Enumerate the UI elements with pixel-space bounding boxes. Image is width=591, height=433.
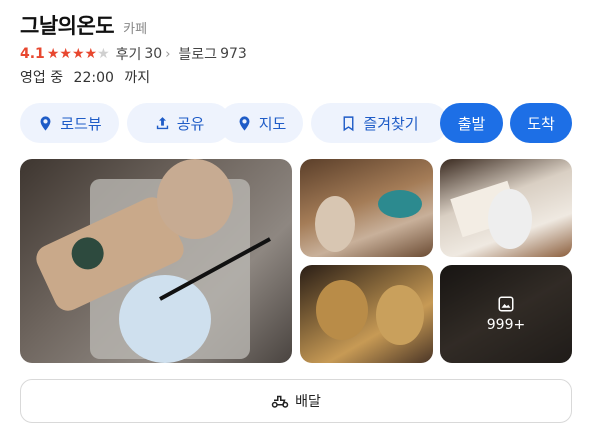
action-bar: 로드뷰 공유 지도 즐겨찾기 출발 도착 bbox=[20, 103, 572, 143]
photo-latte-table[interactable] bbox=[300, 159, 433, 257]
gallery-icon bbox=[498, 296, 514, 312]
reviews-link[interactable]: 후기 30 › bbox=[116, 44, 179, 64]
arrive-button[interactable]: 도착 bbox=[510, 103, 572, 143]
review-count: 30 bbox=[144, 46, 163, 62]
road-view-button[interactable]: 로드뷰 bbox=[20, 103, 119, 143]
delivery-button[interactable]: 배달 bbox=[20, 379, 572, 423]
photo-more-count: 999+ bbox=[486, 317, 526, 333]
bookmark-label: 즐겨찾기 bbox=[363, 114, 419, 133]
photo-iced-drink[interactable] bbox=[440, 159, 572, 257]
photo-more-overlay: 999+ bbox=[440, 265, 572, 363]
open-status: 영업 중 bbox=[20, 70, 64, 86]
place-category: 카페 bbox=[123, 22, 148, 37]
blog-link[interactable]: 블로그 973 bbox=[178, 44, 246, 64]
depart-label: 출발 bbox=[457, 114, 486, 133]
chevron-right-icon: › bbox=[165, 46, 171, 62]
share-label: 공유 bbox=[176, 114, 205, 133]
close-time: 22:00 bbox=[73, 70, 114, 86]
photo-dessert-image bbox=[316, 280, 424, 345]
photo-gallery: 999+ bbox=[20, 159, 572, 363]
arrive-label: 도착 bbox=[527, 114, 555, 133]
photo-drinks-tray bbox=[36, 159, 271, 363]
star-icon: ★ bbox=[59, 46, 72, 62]
delivery-label: 배달 bbox=[295, 394, 321, 410]
star-icon: ★ bbox=[84, 46, 98, 62]
photo-dessert-glasses[interactable] bbox=[300, 265, 433, 363]
share-button[interactable]: 공유 bbox=[127, 103, 231, 143]
map-button[interactable]: 지도 bbox=[219, 103, 303, 143]
star-rating: ★ ★ ★ ★ ★ bbox=[47, 47, 110, 61]
bookmark-button[interactable]: 즐겨찾기 bbox=[311, 103, 448, 143]
place-header: 그날의온도 카페 bbox=[20, 10, 147, 40]
road-view-label: 로드뷰 bbox=[60, 114, 102, 133]
photo-more[interactable]: 999+ bbox=[440, 265, 572, 363]
star-icon: ★ bbox=[71, 46, 85, 62]
location-icon bbox=[239, 115, 250, 131]
review-label: 후기 bbox=[115, 47, 142, 63]
bookmark-icon bbox=[343, 115, 354, 131]
photo-latte-image bbox=[315, 190, 422, 252]
rating-row: 4.1 ★ ★ ★ ★ ★ 후기 30 › 블로그 973 bbox=[20, 44, 247, 64]
hours-suffix: 까지 bbox=[124, 70, 151, 86]
rating-value: 4.1 bbox=[20, 46, 45, 62]
business-hours: 영업 중 22:00 까지 bbox=[20, 67, 156, 87]
photo-main[interactable] bbox=[20, 159, 292, 363]
photo-iced-drink-image bbox=[450, 180, 532, 249]
share-icon bbox=[156, 116, 168, 129]
star-icon: ★ bbox=[46, 46, 60, 62]
place-name[interactable]: 그날의온도 bbox=[20, 10, 115, 40]
depart-button[interactable]: 출발 bbox=[440, 103, 503, 143]
blog-count: 973 bbox=[220, 46, 247, 62]
star-empty-icon: ★ bbox=[97, 46, 110, 62]
pin-icon bbox=[40, 115, 51, 131]
map-label: 지도 bbox=[258, 114, 287, 133]
blog-label: 블로그 bbox=[178, 47, 218, 63]
delivery-scooter-icon bbox=[271, 395, 289, 408]
